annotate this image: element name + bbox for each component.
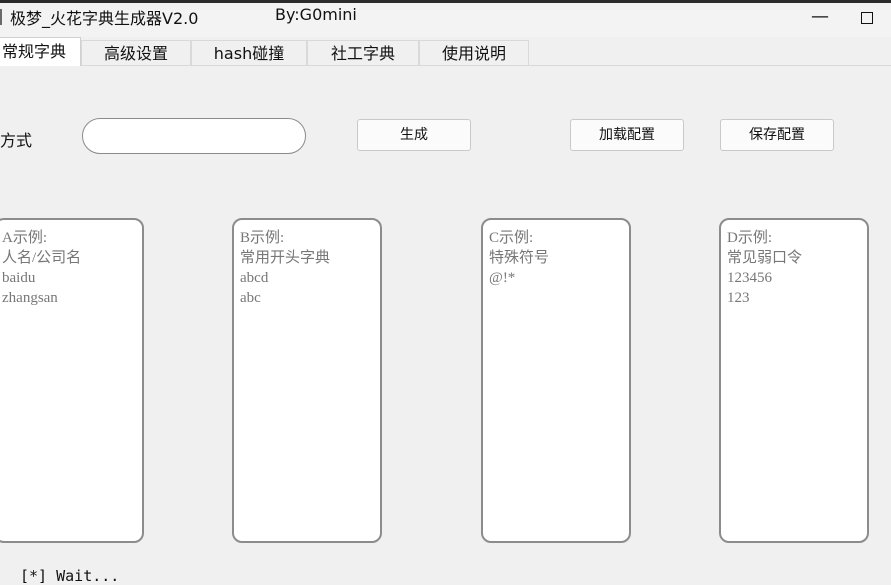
minimize-button[interactable]: — [797, 3, 843, 33]
tab-social-dictionary[interactable]: 社工字典 [307, 40, 419, 65]
dictionary-c-textarea[interactable] [481, 218, 631, 543]
tab-hash-collision[interactable]: hash碰撞 [191, 40, 307, 65]
maximize-icon [861, 12, 873, 24]
status-text: [*] Wait... [20, 567, 120, 585]
tab-advanced-settings[interactable]: 高级设置 [81, 40, 191, 65]
author-label: By:G0mini [275, 5, 357, 24]
combination-mode-input[interactable] [82, 118, 306, 154]
tab-normal-dictionary[interactable]: 常规字典 [0, 37, 81, 66]
generate-button[interactable]: 生成 [357, 119, 471, 151]
combination-mode-label: 组合方式 [0, 131, 33, 150]
title-bar[interactable]: 极梦_火花字典生成器V2.0 By:G0mini — [0, 3, 891, 37]
save-config-button[interactable]: 保存配置 [720, 119, 834, 151]
dictionary-a-textarea[interactable] [0, 218, 144, 543]
load-config-button[interactable]: 加载配置 [570, 119, 684, 151]
dictionary-b-textarea[interactable] [232, 218, 382, 543]
window-title: 极梦_火花字典生成器V2.0 [10, 9, 199, 28]
maximize-button[interactable] [861, 3, 891, 33]
app-window: 极梦_火花字典生成器V2.0 By:G0mini — 常规字典 高级设置 has… [0, 0, 891, 585]
dictionary-d-textarea[interactable] [719, 218, 869, 543]
tab-usage-instructions[interactable]: 使用说明 [419, 40, 529, 65]
title-edge [0, 9, 2, 25]
